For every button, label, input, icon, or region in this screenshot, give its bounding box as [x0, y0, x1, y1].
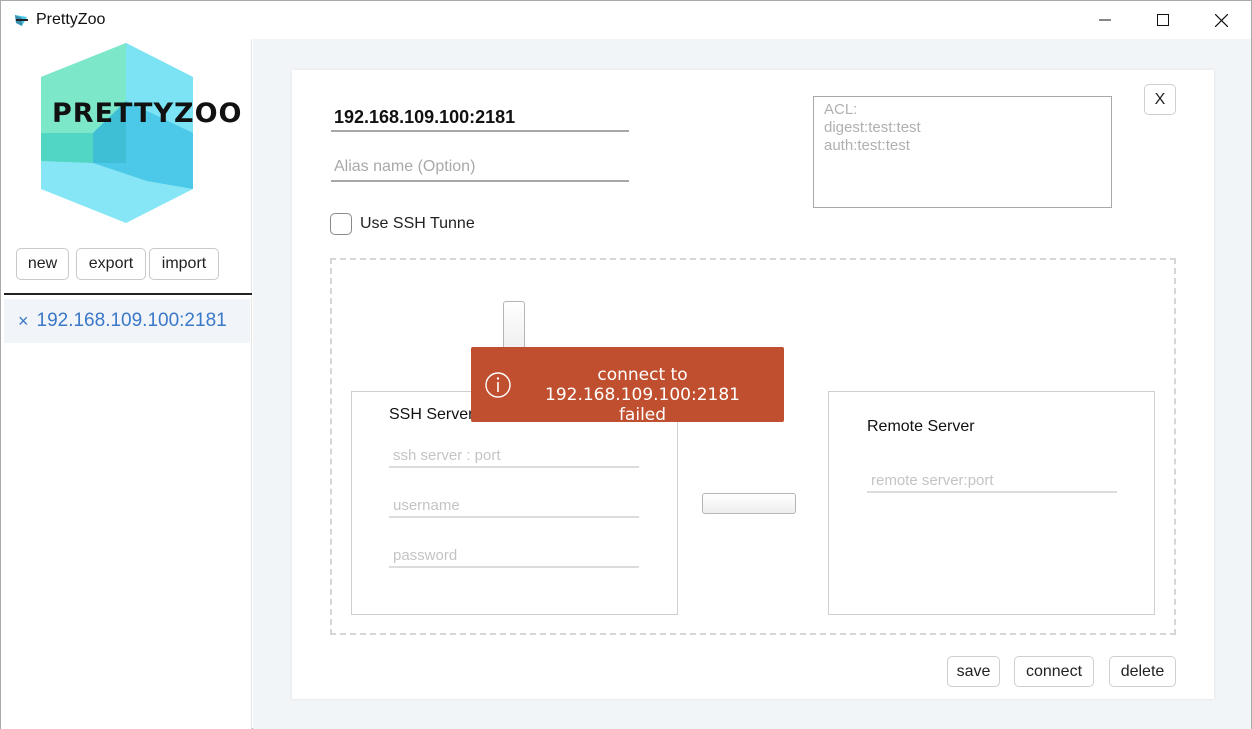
alias-input[interactable] [331, 154, 629, 182]
title-bar: PrettyZoo [1, 1, 1251, 39]
info-icon [485, 372, 511, 398]
app-window: PrettyZoo PRETTYZOO new export import × … [0, 0, 1252, 729]
close-window-button[interactable] [1192, 1, 1250, 39]
toast-message: connect to 192.168.109.100:2181 failed [521, 365, 764, 425]
new-button[interactable]: new [16, 248, 69, 280]
minimize-icon [1099, 19, 1111, 21]
host-input[interactable] [331, 104, 629, 132]
ssh-password-input[interactable] [389, 544, 639, 568]
import-button[interactable]: import [149, 248, 219, 280]
tunnel-vertical-handle[interactable] [503, 301, 525, 353]
server-list-item[interactable]: × 192.168.109.100:2181 [4, 299, 250, 343]
logo-text: PRETTYZOO [52, 98, 243, 129]
close-form-button[interactable]: X [1144, 84, 1176, 115]
save-button[interactable]: save [947, 656, 1000, 687]
ssh-username-input[interactable] [389, 494, 639, 518]
server-config-card: ACL: digest:test:test auth:test:test X U… [292, 70, 1214, 699]
remote-server-title: Remote Server [867, 418, 975, 435]
delete-button[interactable]: delete [1109, 656, 1176, 687]
server-item-label: 192.168.109.100:2181 [36, 310, 227, 331]
sidebar-divider [4, 293, 252, 295]
minimize-button[interactable] [1076, 1, 1134, 39]
acl-textarea[interactable]: ACL: digest:test:test auth:test:test [813, 96, 1112, 208]
ssh-tunnel-label: Use SSH Tunne [360, 215, 475, 232]
ssh-server-title: SSH Server [389, 406, 474, 423]
toast-line-2: 192.168.109.100:2181 failed [545, 385, 740, 425]
tunnel-horizontal-handle[interactable] [702, 493, 796, 514]
ssh-tunnel-checkbox[interactable] [330, 213, 352, 235]
sidebar: PRETTYZOO new export import × 192.168.10… [1, 39, 252, 729]
app-logo-icon [15, 15, 28, 26]
remote-server-input[interactable] [867, 469, 1117, 493]
maximize-icon [1157, 14, 1169, 26]
connect-button[interactable]: connect [1014, 656, 1094, 687]
maximize-button[interactable] [1134, 1, 1192, 39]
main-panel: ACL: digest:test:test auth:test:test X U… [253, 39, 1251, 729]
error-toast: connect to 192.168.109.100:2181 failed [471, 347, 784, 425]
remote-server-panel: Remote Server [828, 391, 1155, 615]
ssh-server-input[interactable] [389, 444, 639, 468]
toast-line-1: connect to [597, 365, 688, 385]
close-icon [1214, 13, 1228, 27]
export-button[interactable]: export [76, 248, 146, 280]
prettyzoo-logo [41, 43, 193, 223]
window-title: PrettyZoo [36, 11, 106, 28]
remove-server-icon[interactable]: × [18, 311, 29, 332]
